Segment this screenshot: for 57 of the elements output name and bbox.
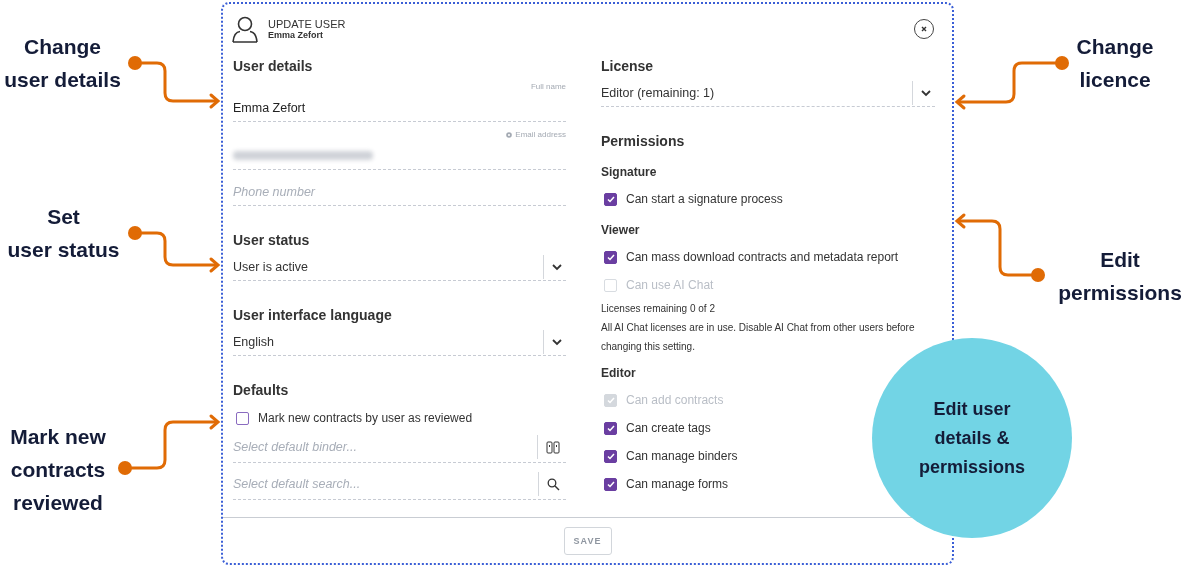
- check-icon: [606, 452, 615, 460]
- picker-field[interactable]: Select default binder...: [233, 432, 566, 463]
- checkbox[interactable]: [604, 421, 617, 435]
- section-heading: Permissions: [601, 133, 686, 149]
- chevron-down-icon: [552, 263, 562, 271]
- chevron-down-icon: [921, 89, 931, 97]
- group-heading: Editor: [601, 366, 637, 380]
- search-icon: [547, 477, 560, 491]
- chevron-down-icon: [552, 338, 562, 346]
- section-heading: License: [601, 58, 655, 74]
- callout-text: Edit user details & permissions: [918, 397, 1025, 479]
- text-field[interactable]: Phone number: [233, 176, 566, 206]
- binders-icon: [546, 440, 560, 454]
- dropdown[interactable]: User is active: [233, 254, 566, 281]
- section-heading: User status: [233, 232, 311, 248]
- picker-field[interactable]: Select default search...: [233, 469, 566, 500]
- checkbox[interactable]: [604, 449, 617, 463]
- field-label: Email address: [515, 130, 566, 139]
- dropdown[interactable]: Editor (remaining: 1): [601, 80, 935, 107]
- group-heading: Signature: [601, 165, 658, 179]
- checkbox[interactable]: [236, 411, 249, 425]
- dialog-subtitle: Emma Zefort: [268, 30, 324, 40]
- annotation-label: Edit permissions: [1057, 247, 1183, 306]
- checkbox[interactable]: [604, 192, 617, 206]
- checkbox[interactable]: [604, 477, 617, 491]
- check-icon: [606, 195, 615, 203]
- section-heading: User details: [233, 58, 314, 74]
- check-icon: [606, 253, 615, 261]
- annotation-label: Change licence: [1075, 34, 1155, 93]
- user-icon: [231, 15, 259, 43]
- checkbox-label: Can use AI Chat: [626, 278, 714, 292]
- checkbox-label: Can add contracts: [626, 393, 724, 407]
- checkbox-label: Can manage forms: [626, 477, 729, 491]
- annotation-label: Set user status: [6, 204, 121, 263]
- section-heading: User interface language: [233, 307, 393, 323]
- check-icon: [606, 424, 615, 432]
- checkbox-label: Can manage binders: [626, 449, 738, 463]
- annotation-label: Mark new contracts reviewed: [9, 424, 107, 516]
- text-field[interactable]: Full name Emma Zefort: [233, 80, 566, 122]
- annotation-label: Change user details: [3, 34, 122, 93]
- checkbox-label: Can mass download contracts and metadata report: [626, 250, 899, 264]
- group-heading: Viewer: [601, 223, 641, 237]
- info-text: All AI Chat licenses are in use. Disable AI Chat from other users before changing this setting.: [601, 321, 916, 354]
- dialog-title: UPDATE USER: [268, 18, 347, 30]
- check-icon: [606, 480, 615, 488]
- section-heading: Defaults: [233, 382, 290, 398]
- text-field[interactable]: Email address: [233, 128, 566, 170]
- close-icon: [921, 26, 927, 32]
- checkbox-label: Can start a signature process: [626, 192, 783, 206]
- checkbox-label: Can create tags: [626, 421, 711, 435]
- checkbox[interactable]: [604, 250, 617, 264]
- field-label: Full name: [530, 82, 566, 91]
- checkbox-label: Mark new contracts by user as reviewed: [258, 411, 473, 425]
- dropdown[interactable]: English: [233, 329, 566, 356]
- check-icon: [606, 396, 615, 404]
- info-text: Licenses remaining 0 of 2: [601, 302, 716, 316]
- close-button[interactable]: [914, 19, 934, 39]
